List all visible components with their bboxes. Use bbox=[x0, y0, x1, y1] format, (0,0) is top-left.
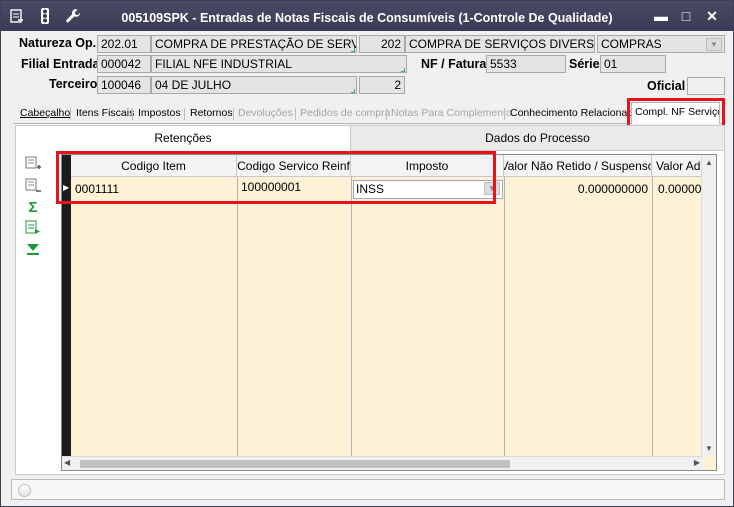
export-icon[interactable] bbox=[24, 219, 42, 237]
tab-cabecalho[interactable]: Cabeçalho bbox=[17, 105, 73, 123]
terceiro-code-field[interactable]: 100046 bbox=[97, 76, 151, 94]
title-bar: 005109SPK - Entradas de Notas Fiscais de… bbox=[1, 1, 733, 31]
filial-label: Filial Entrada bbox=[21, 57, 100, 71]
col-header-valor-nao-retido[interactable]: Valor Não Retido / Suspenso bbox=[504, 155, 652, 177]
tab-notas-complemento[interactable]: Notas Para Complemento bbox=[388, 105, 515, 123]
tab-pedidos-compra[interactable]: Pedidos de compra bbox=[297, 105, 393, 123]
filter-down-icon[interactable] bbox=[24, 241, 42, 259]
scroll-right-icon[interactable]: ▶ bbox=[694, 458, 700, 467]
oficial-field[interactable] bbox=[687, 77, 725, 95]
main-panel: Retenções Dados do Processo Σ Codigo Ite… bbox=[15, 125, 725, 475]
col-header-valor-adicional[interactable]: Valor Adicional bbox=[652, 155, 703, 177]
terceiro-label: Terceiro bbox=[49, 77, 98, 91]
natureza-desc-text: COMPRA DE PRESTAÇÃO DE SERVIÇOS bbox=[155, 37, 357, 51]
terceiro-desc-field[interactable]: 04 DE JULHO bbox=[151, 76, 357, 94]
highlight-grid-row bbox=[56, 151, 496, 204]
sum-icon[interactable]: Σ bbox=[24, 198, 42, 216]
scroll-down-icon[interactable]: ▼ bbox=[705, 444, 713, 453]
natureza-label: Natureza Op. bbox=[19, 36, 97, 50]
scroll-up-icon[interactable]: ▲ bbox=[705, 158, 713, 167]
tab-retornos[interactable]: Retornos bbox=[187, 105, 236, 123]
serie-label: Série bbox=[569, 57, 600, 71]
status-indicator-icon bbox=[18, 484, 31, 497]
scroll-left-icon[interactable]: ◀ bbox=[64, 458, 70, 467]
natureza-num-field[interactable]: 202 bbox=[359, 35, 405, 53]
filial-code-field[interactable]: 000042 bbox=[97, 55, 151, 73]
nf-label: NF / Fatura bbox=[421, 57, 487, 71]
window-title: 005109SPK - Entradas de Notas Fiscais de… bbox=[121, 11, 613, 25]
terceiro-num-field[interactable]: 2 bbox=[359, 76, 405, 94]
natureza-combo[interactable]: COMPRAS ▼ bbox=[597, 35, 725, 53]
natureza-code-field[interactable]: 202.01 bbox=[97, 35, 151, 53]
oficial-label: Oficial bbox=[647, 79, 686, 93]
filial-desc-text: FILIAL NFE INDUSTRIAL bbox=[155, 57, 292, 71]
add-row-icon[interactable] bbox=[24, 155, 42, 173]
vertical-scrollbar[interactable]: ▲ ▼ bbox=[701, 155, 716, 456]
cell-valor-nao-retido[interactable]: 0.000000000 bbox=[506, 181, 650, 199]
natureza-desc2-field[interactable]: COMPRA DE SERVIÇOS DIVERSOS bbox=[405, 35, 595, 53]
natureza-combo-value: COMPRAS bbox=[601, 37, 662, 51]
window: 005109SPK - Entradas de Notas Fiscais de… bbox=[0, 0, 734, 507]
tab-devolucoes[interactable]: Devoluções bbox=[235, 105, 296, 123]
tab-impostos[interactable]: Impostos bbox=[135, 105, 184, 123]
chevron-down-icon[interactable]: ▼ bbox=[706, 38, 722, 51]
terceiro-desc-text: 04 DE JULHO bbox=[155, 78, 232, 92]
horizontal-scrollbar[interactable]: ◀ ▶ bbox=[62, 456, 703, 470]
header-form: Natureza Op. 202.01 COMPRA DE PRESTAÇÃO … bbox=[11, 31, 729, 99]
subtab-retencoes[interactable]: Retenções bbox=[16, 126, 350, 151]
tab-conhecimento-relacionado[interactable]: Conhecimento Relacionado bbox=[507, 105, 642, 123]
scroll-thumb[interactable] bbox=[80, 460, 510, 468]
serie-field[interactable]: 01 bbox=[600, 55, 666, 73]
status-bar bbox=[11, 479, 725, 500]
remove-row-icon[interactable] bbox=[24, 177, 42, 195]
restore-button[interactable]: □ bbox=[676, 8, 696, 24]
nf-field[interactable]: 5533 bbox=[486, 55, 566, 73]
subtab-dados-processo[interactable]: Dados do Processo bbox=[350, 126, 724, 151]
cell-valor-adicional[interactable]: 0.0000000 bbox=[656, 181, 703, 199]
natureza-desc-field[interactable]: COMPRA DE PRESTAÇÃO DE SERVIÇOS bbox=[151, 35, 357, 53]
minimize-button[interactable]: ▬ bbox=[651, 8, 671, 24]
tab-itens-fiscais[interactable]: Itens Fiscais bbox=[73, 105, 137, 123]
close-button[interactable]: ✕ bbox=[702, 8, 722, 24]
filial-desc-field[interactable]: FILIAL NFE INDUSTRIAL bbox=[151, 55, 407, 73]
tab-bar: Cabeçalho Itens Fiscais Impostos Retorno… bbox=[13, 102, 725, 124]
